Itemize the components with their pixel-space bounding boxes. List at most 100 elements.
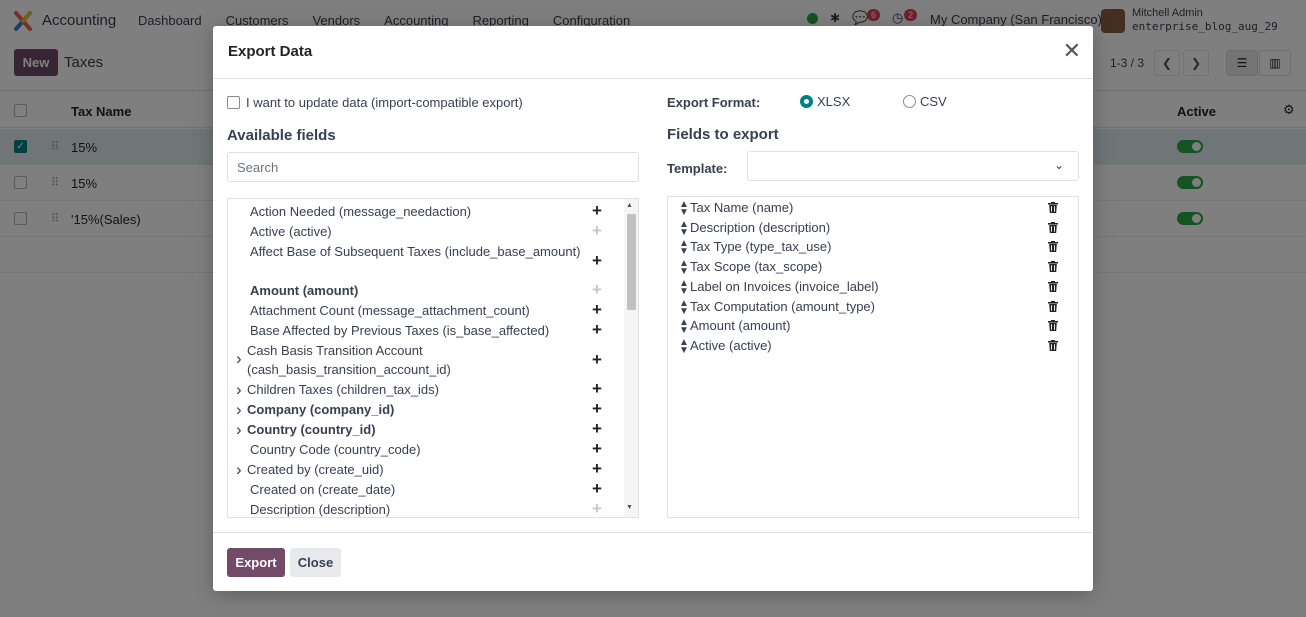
import-compatible-checkbox[interactable]	[227, 96, 240, 109]
export-field-item[interactable]: ▲ ▼ Active (active)	[668, 337, 1078, 357]
available-field-label[interactable]: Country (country_id)	[247, 420, 587, 439]
available-field-label[interactable]: Created on (create_date)	[250, 480, 590, 499]
available-field-label[interactable]: Attachment Count (message_attachment_cou…	[250, 301, 590, 320]
export-field-label: Tax Computation (amount_type)	[690, 298, 875, 314]
export-field-item[interactable]: ▲ ▼ Tax Computation (amount_type)	[668, 298, 1078, 318]
add-field-icon[interactable]: +	[592, 252, 602, 269]
add-field-icon[interactable]: +	[592, 420, 602, 437]
template-select[interactable]: ⌄	[747, 151, 1079, 181]
import-compatible-option[interactable]: I want to update data (import-compatible…	[227, 95, 523, 110]
export-fields-list: ▲ ▼ Tax Name (name) ▲ ▼ Description (descript…	[667, 196, 1079, 518]
available-field-label[interactable]: Active (active)	[250, 222, 590, 241]
trash-icon[interactable]	[1048, 339, 1058, 351]
export-field-item[interactable]: ▲ ▼ Description (description)	[668, 219, 1078, 239]
available-field-label[interactable]: Cash Basis Transition Account (cash_basi…	[247, 341, 587, 379]
drag-sort-icon[interactable]: ▲ ▼	[679, 239, 689, 257]
available-field-item[interactable]: Action Needed (message_needaction) +	[228, 202, 624, 222]
chevron-right-icon[interactable]: ›	[236, 381, 242, 398]
export-field-item[interactable]: ▲ ▼ Label on Invoices (invoice_label)	[668, 278, 1078, 298]
export-field-label: Tax Name (name)	[690, 200, 794, 215]
available-field-label[interactable]: Country Code (country_code)	[250, 440, 590, 459]
available-field-item[interactable]: Base Affected by Previous Taxes (is_base…	[228, 321, 624, 341]
chevron-right-icon[interactable]: ›	[236, 350, 242, 367]
template-label: Template:	[667, 161, 728, 176]
add-field-icon[interactable]: +	[592, 321, 602, 338]
available-field-label[interactable]: Company (company_id)	[247, 400, 587, 419]
available-field-label[interactable]: Amount (amount)	[250, 281, 590, 300]
trash-icon[interactable]	[1048, 202, 1058, 213]
trash-icon[interactable]	[1048, 320, 1058, 332]
add-field-icon[interactable]: +	[592, 460, 602, 477]
drag-sort-icon[interactable]: ▲ ▼	[679, 219, 689, 237]
add-field-icon[interactable]: +	[592, 380, 602, 397]
available-field-item[interactable]: › Children Taxes (children_tax_ids) +	[228, 380, 624, 400]
available-field-item[interactable]: › Cash Basis Transition Account (cash_bas…	[228, 341, 624, 380]
dialog-footer: Export Close	[213, 532, 1093, 591]
export-field-label: Label on Invoices (invoice_label)	[690, 278, 879, 294]
available-field-item[interactable]: Attachment Count (message_attachment_cou…	[228, 301, 624, 321]
scrollbar[interactable]: ▲ ▼	[624, 199, 638, 517]
drag-sort-icon[interactable]: ▲ ▼	[679, 337, 689, 355]
dialog-header: Export Data ✕	[213, 26, 1093, 79]
available-field-item[interactable]: Description (description) +	[228, 499, 624, 518]
export-button[interactable]: Export	[227, 548, 285, 577]
export-dialog: Export Data ✕ I want to update data (imp…	[213, 26, 1093, 591]
available-fields-list: Display Name (display_name)+Description …	[227, 198, 639, 518]
search-input[interactable]	[227, 152, 639, 182]
trash-icon[interactable]	[1048, 261, 1058, 273]
close-button[interactable]: Close	[290, 548, 341, 577]
export-field-item[interactable]: ▲ ▼ Tax Name (name)	[668, 200, 1078, 219]
add-field-icon: +	[592, 499, 602, 518]
add-field-icon[interactable]: +	[592, 202, 602, 219]
drag-sort-icon[interactable]: ▲ ▼	[679, 200, 689, 218]
available-field-item[interactable]: › Country (country_id) +	[228, 420, 624, 440]
available-field-label[interactable]: Children Taxes (children_tax_ids)	[247, 380, 587, 399]
available-field-item[interactable]: Active (active) +	[228, 222, 624, 242]
scroll-thumb[interactable]	[627, 214, 636, 310]
trash-icon[interactable]	[1048, 241, 1058, 253]
export-field-label: Description (description)	[690, 219, 831, 235]
drag-sort-icon[interactable]: ▲ ▼	[679, 259, 689, 277]
export-field-item[interactable]: ▲ ▼ Tax Type (type_tax_use)	[668, 239, 1078, 258]
available-field-label[interactable]: Base Affected by Previous Taxes (is_base…	[250, 321, 590, 340]
add-field-icon[interactable]: +	[592, 440, 602, 457]
format-csv-label[interactable]: CSV	[920, 94, 947, 109]
format-xlsx-radio[interactable]	[800, 95, 813, 108]
drag-sort-icon[interactable]: ▲ ▼	[679, 278, 689, 296]
add-field-icon[interactable]: +	[592, 480, 602, 497]
available-field-label[interactable]: Affect Base of Subsequent Taxes (include…	[250, 242, 590, 261]
add-field-icon[interactable]: +	[592, 301, 602, 318]
trash-icon[interactable]	[1048, 221, 1058, 233]
available-field-label[interactable]: Description (description)	[250, 500, 590, 517]
close-icon[interactable]: ✕	[1063, 40, 1081, 62]
trash-icon[interactable]	[1048, 300, 1058, 312]
import-compatible-label[interactable]: I want to update data (import-compatible…	[246, 95, 523, 110]
drag-sort-icon[interactable]: ▲ ▼	[679, 298, 689, 316]
available-field-item[interactable]: Amount (amount) +	[228, 281, 624, 301]
trash-icon[interactable]	[1048, 280, 1058, 292]
format-xlsx-label[interactable]: XLSX	[817, 94, 850, 109]
export-field-label: Tax Type (type_tax_use)	[690, 239, 832, 255]
add-field-icon[interactable]: +	[592, 351, 602, 368]
add-field-icon: +	[592, 221, 602, 240]
available-field-label[interactable]: Created by (create_uid)	[247, 460, 587, 479]
export-field-item[interactable]: ▲ ▼ Tax Scope (tax_scope)	[668, 259, 1078, 278]
available-field-item[interactable]: › Company (company_id) +	[228, 400, 624, 420]
available-field-item[interactable]: › Created by (create_uid) +	[228, 460, 624, 480]
add-field-icon[interactable]: +	[592, 400, 602, 417]
scroll-down-arrow-icon[interactable]: ▼	[626, 504, 633, 511]
export-field-item[interactable]: ▲ ▼ Amount (amount)	[668, 318, 1078, 337]
export-field-label: Tax Scope (tax_scope)	[690, 259, 823, 275]
drag-sort-icon[interactable]: ▲ ▼	[679, 318, 689, 336]
format-csv-radio[interactable]	[903, 95, 916, 108]
available-field-item[interactable]: Country Code (country_code) +	[228, 440, 624, 460]
available-field-item[interactable]: Created on (create_date) +	[228, 480, 624, 500]
chevron-right-icon[interactable]: ›	[236, 401, 242, 418]
available-fields-title: Available fields	[227, 127, 336, 144]
available-field-label[interactable]: Action Needed (message_needaction)	[250, 202, 590, 221]
chevron-down-icon: ⌄	[1053, 158, 1064, 172]
available-field-item[interactable]: Affect Base of Subsequent Taxes (include…	[228, 242, 624, 281]
chevron-right-icon[interactable]: ›	[236, 461, 242, 478]
chevron-right-icon[interactable]: ›	[236, 421, 242, 438]
scroll-up-arrow-icon[interactable]: ▲	[626, 202, 633, 209]
